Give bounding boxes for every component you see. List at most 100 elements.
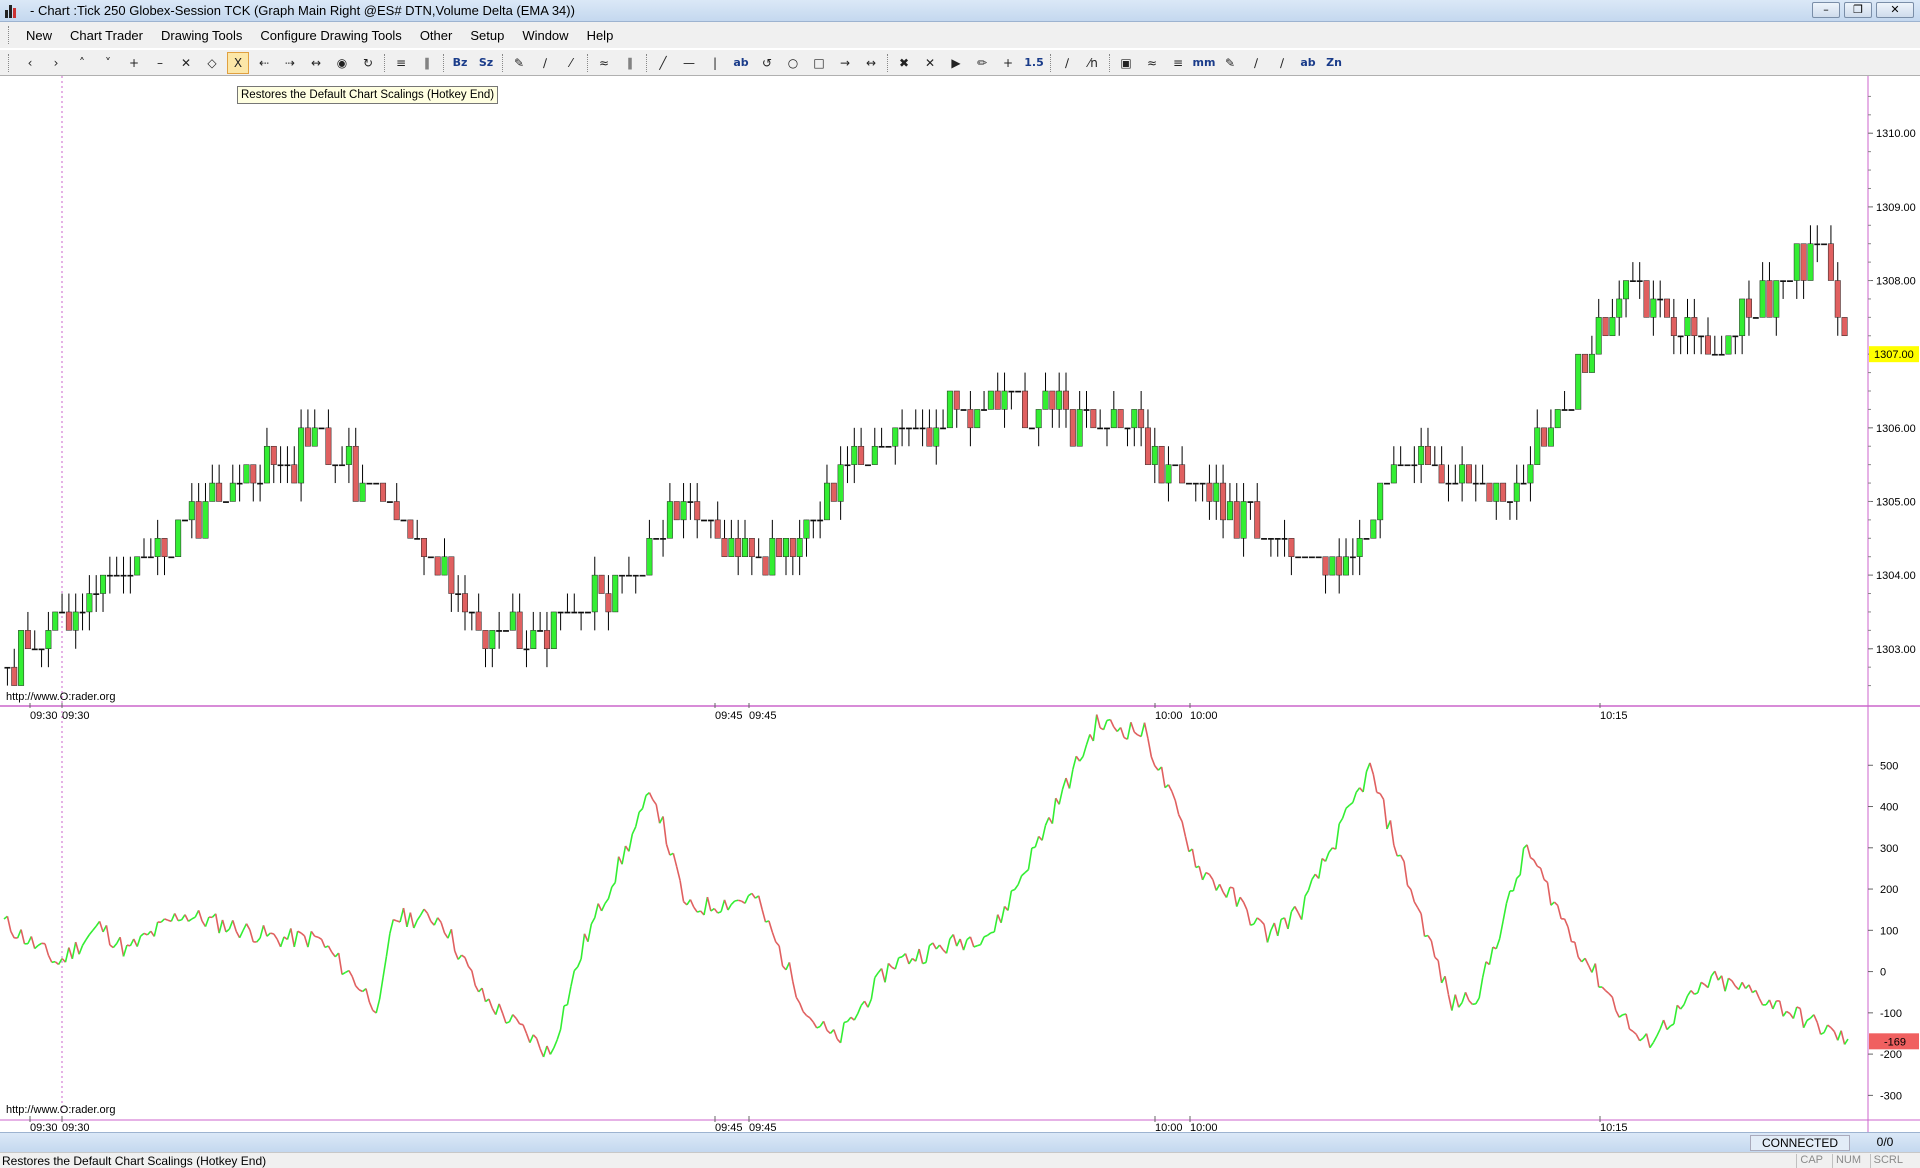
toolbar-button-1-0-icon[interactable]: ≡ — [390, 52, 412, 74]
minimize-button[interactable]: – — [1812, 2, 1840, 18]
toolbar-button-6-2-icon[interactable]: ▶ — [945, 52, 967, 74]
price-bar-body — [1500, 482, 1507, 502]
restore-button[interactable]: ❐ — [1844, 2, 1872, 18]
toolbar-button-0-2-icon[interactable]: ˄ — [71, 52, 93, 74]
toolbar-button-3-0-icon[interactable]: ✎ — [508, 52, 530, 74]
toolbar-button-8-7-icon[interactable]: ab — [1297, 52, 1319, 74]
toolbar-button-8-2-icon[interactable]: ≡ — [1167, 52, 1189, 74]
toolbar-button-6-0-icon[interactable]: ✖ — [893, 52, 915, 74]
toolbar-button-0-0-icon[interactable]: ‹ — [19, 52, 41, 74]
price-bar-body — [45, 630, 52, 650]
price-bar-body — [93, 593, 100, 595]
toolbar-button-5-0-icon[interactable]: ╱ — [652, 52, 674, 74]
toolbar-button-4-1-icon[interactable]: ∥ — [619, 52, 641, 74]
menu-drawing-tools[interactable]: Drawing Tools — [152, 28, 251, 43]
price-tick-label: 1303.00 — [1876, 644, 1916, 656]
toolbar-button-2-1-icon[interactable]: Sz — [475, 52, 497, 74]
toolbar-button-8-3-icon[interactable]: mm — [1193, 52, 1216, 74]
toolbar-button-5-1-icon[interactable]: — — [678, 52, 700, 74]
toolbar-button-5-7-icon[interactable]: → — [834, 52, 856, 74]
toolbar-separator — [646, 53, 647, 72]
toolbar-button-4-0-icon[interactable]: ≈ — [593, 52, 615, 74]
price-tick-label: 1305.00 — [1876, 496, 1916, 508]
toolbar-button-8-5-icon[interactable]: ∕ — [1245, 52, 1267, 74]
toolbar-button-6-3-icon[interactable]: ✏ — [971, 52, 993, 74]
toolbar-button-0-10-icon[interactable]: ⇢ — [279, 52, 301, 74]
menu-new[interactable]: New — [17, 28, 61, 43]
toolbar-button-0-5-icon[interactable]: – — [149, 52, 171, 74]
close-button[interactable]: ✕ — [1876, 2, 1914, 18]
toolbar-button-6-5-icon[interactable]: 1.5 — [1023, 52, 1045, 74]
toolbar-button-0-13-icon[interactable]: ↻ — [357, 52, 379, 74]
menu-other[interactable]: Other — [411, 28, 462, 43]
toolbar-button-5-6-icon[interactable]: □ — [808, 52, 830, 74]
price-bar-body — [1288, 538, 1295, 557]
price-bar-body — [1104, 427, 1110, 430]
delta-tick-label: -100 — [1880, 1008, 1902, 1020]
price-bar-body — [632, 574, 639, 577]
toolbar-separator — [587, 53, 588, 72]
toolbar-button-8-0-icon[interactable]: ▣ — [1115, 52, 1137, 74]
price-bar-body — [981, 409, 988, 411]
menu-help[interactable]: Help — [578, 28, 623, 43]
toolbar-button-0-11-icon[interactable]: ↔ — [305, 52, 327, 74]
toolbar-button-0-7-icon[interactable]: ◇ — [201, 52, 223, 74]
price-bar-body — [660, 538, 667, 540]
toolbar-button-0-8-icon[interactable]: X — [227, 51, 249, 74]
toolbar-button-6-4-icon[interactable]: + — [997, 52, 1019, 74]
toolbar-button-3-1-icon[interactable]: ∕ — [534, 52, 556, 74]
price-bar-body — [332, 464, 339, 467]
window-title: - Chart :Tick 250 Globex-Session TCK (Gr… — [30, 3, 575, 18]
price-bar-body — [1513, 482, 1520, 502]
chart-area[interactable]: 1310.00 1309.00 1308.00 1307.00 1306.00 1305.… — [0, 76, 1920, 1132]
price-bar-body — [1302, 556, 1309, 559]
toolbar-button-5-8-icon[interactable]: ↔ — [860, 52, 882, 74]
toolbar-button-8-6-icon[interactable]: ∕ — [1271, 52, 1293, 74]
menu-chart-trader[interactable]: Chart Trader — [61, 28, 152, 43]
price-bar-body — [598, 574, 605, 594]
toolbar-button-8-1-icon[interactable]: ≈ — [1141, 52, 1163, 74]
menu-configure-drawing-tools[interactable]: Configure Drawing Tools — [251, 28, 410, 43]
delta-line-segment — [51, 960, 56, 964]
toolbar-button-2-0-icon[interactable]: Bz — [449, 52, 471, 74]
delta-line-segment — [973, 945, 978, 948]
toolbar-button-5-3-icon[interactable]: ab — [730, 52, 752, 74]
price-bar-body — [1343, 556, 1350, 576]
price-bar-body — [742, 538, 748, 557]
price-bar-body — [1431, 464, 1438, 467]
menu-window[interactable]: Window — [513, 28, 577, 43]
price-bar-body — [1705, 335, 1711, 355]
price-bar-body — [1452, 482, 1459, 485]
toolbar-button-7-1-icon[interactable]: ⁄n — [1082, 52, 1104, 74]
price-bar-body — [1199, 482, 1206, 485]
toolbar-button-0-12-icon[interactable]: ◉ — [331, 52, 353, 74]
toolbar-button-7-0-icon[interactable]: ∕ — [1056, 52, 1078, 74]
price-bar-body — [1623, 280, 1630, 300]
delta-time-tick-label: 09:30 — [30, 1122, 58, 1132]
toolbar-button-3-2-icon[interactable]: ⁄ — [560, 52, 582, 74]
toolbar-button-1-1-icon[interactable]: ∥ — [416, 52, 438, 74]
toolbar-button-5-4-icon[interactable]: ↺ — [756, 52, 778, 74]
menu-setup[interactable]: Setup — [461, 28, 513, 43]
price-bar-body — [1465, 464, 1472, 484]
toolbar-button-0-4-icon[interactable]: + — [123, 52, 145, 74]
toolbar-separator — [443, 53, 444, 72]
toolbar-button-0-1-icon[interactable]: › — [45, 52, 67, 74]
toolbar-button-5-2-icon[interactable]: | — [704, 52, 726, 74]
toolbar-button-6-1-icon[interactable]: ✕ — [919, 52, 941, 74]
price-bar-body — [817, 519, 824, 522]
delta-line-segment — [843, 1020, 848, 1024]
toolbar-button-0-6-icon[interactable]: ✕ — [175, 52, 197, 74]
price-bar-body — [1636, 280, 1643, 282]
toolbar-button-0-3-icon[interactable]: ˅ — [97, 52, 119, 74]
toolbar-button-8-4-icon[interactable]: ✎ — [1219, 52, 1241, 74]
toolbar: ‹ › ˄ ˅ + – ✕ ◇ X ⇠ ⇢ ↔ ◉ ↻ ≡ ∥ Bz Sz ✎ ∕ ⁄ ≈ ∥ ╱ — | ab ↺ ○ □ → ↔ ✖ ✕ ▶ ✏ +… — [0, 50, 1920, 76]
price-bar-body — [953, 390, 960, 410]
toolbar-button-0-9-icon[interactable]: ⇠ — [253, 52, 275, 74]
toolbar-button-5-5-icon[interactable]: ○ — [782, 52, 804, 74]
price-bar-body — [1821, 243, 1828, 246]
price-bar-body — [134, 556, 141, 576]
toolbar-button-8-8-icon[interactable]: Zn — [1323, 52, 1345, 74]
price-bar-body — [578, 611, 585, 614]
chart-canvas[interactable]: 1310.00 1309.00 1308.00 1307.00 1306.00 1305.… — [0, 76, 1920, 1132]
